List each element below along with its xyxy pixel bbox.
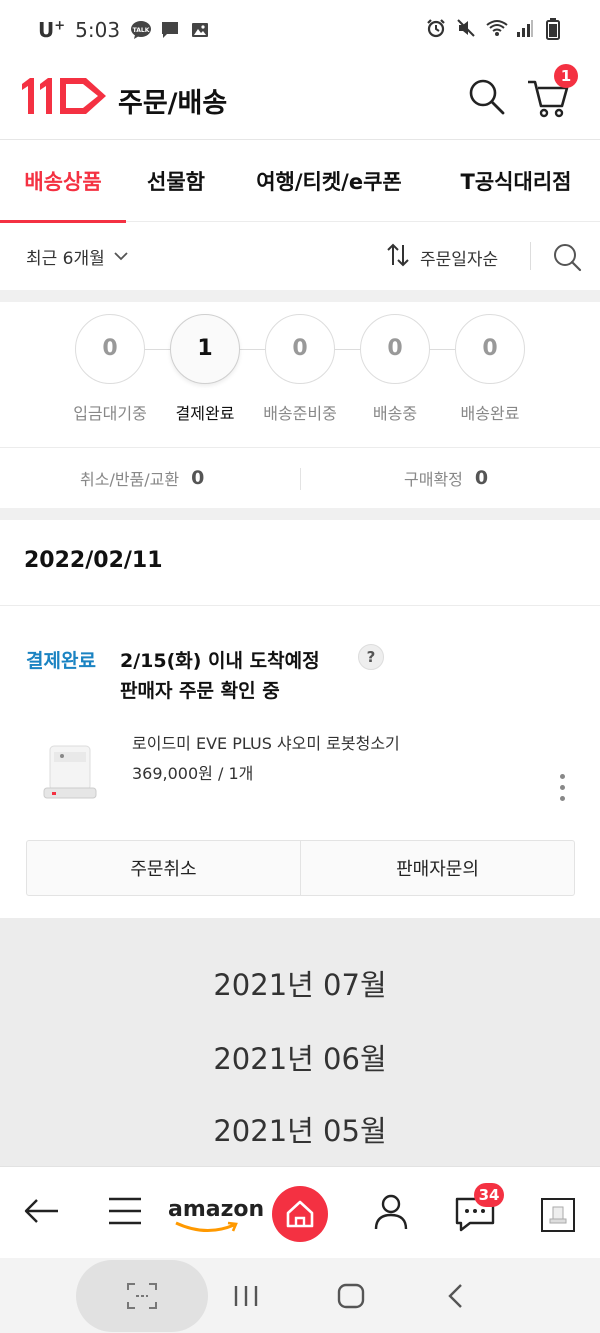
order-action-buttons: 주문취소 판매자문의 — [26, 840, 575, 896]
amazon-logo[interactable]: amazon — [168, 1197, 265, 1232]
carrier-label: U+ — [38, 18, 66, 42]
back-arrow-icon[interactable] — [22, 1191, 62, 1235]
product-name[interactable]: 로이드미 EVE PLUS 샤오미 로봇청소기 — [132, 730, 400, 754]
step-label: 배송완료 — [460, 404, 520, 423]
signal-icon — [516, 18, 536, 38]
recent-product-icon[interactable] — [540, 1197, 576, 1237]
claim-label: 구매확정 — [404, 470, 463, 489]
bottom-nav: amazon 34 — [0, 1166, 600, 1258]
filter-row: 최근 6개월 주문일자순 — [0, 222, 600, 290]
sort-label: 주문일자순 — [420, 250, 499, 270]
product-price: 369,000원 / 1개 — [132, 764, 254, 783]
step-awaiting-deposit[interactable]: 0 입금대기중 — [55, 314, 165, 424]
battery-icon — [546, 18, 566, 40]
home-button[interactable] — [272, 1186, 328, 1242]
order-date: 2022/02/11 — [24, 548, 163, 573]
step-count: 1 — [170, 314, 240, 384]
alarm-icon — [426, 18, 446, 38]
home-icon — [286, 1200, 314, 1228]
status-bar-left: U+ 5:03 TALK — [38, 18, 210, 42]
search-icon[interactable] — [466, 76, 506, 120]
menu-icon[interactable] — [106, 1191, 144, 1235]
month-option[interactable]: 2021년 05월 — [0, 1108, 600, 1150]
order-card: 결제완료 2/15(화) 이내 도착예정 ? 판매자 주문 확인 중 로이드미 … — [0, 606, 600, 918]
divider — [300, 468, 301, 490]
step-payment-complete[interactable]: 1 결제완료 — [150, 314, 260, 424]
month-option[interactable]: 2021년 07월 — [0, 962, 600, 1004]
tab-gift-box[interactable]: 선물함 — [126, 140, 226, 222]
cancel-return-exchange-link[interactable]: 취소/반품/교환 0 — [80, 466, 204, 490]
home-nav-icon[interactable] — [336, 1282, 366, 1314]
step-count: 0 — [455, 314, 525, 384]
divider — [530, 242, 531, 270]
amazon-label: amazon — [168, 1197, 265, 1222]
chevron-down-icon — [113, 247, 129, 267]
wifi-icon — [486, 18, 508, 38]
claim-label: 취소/반품/교환 — [80, 470, 180, 489]
month-option[interactable]: 2021년 06월 — [0, 1036, 600, 1078]
tab-bar: 배송상품 선물함 여행/티켓/e쿠폰 T공식대리점 — [0, 140, 600, 223]
help-icon[interactable]: ? — [358, 644, 384, 670]
step-count: 0 — [265, 314, 335, 384]
step-label: 결제완료 — [175, 404, 235, 423]
seller-confirm-message: 판매자 주문 확인 중 — [120, 680, 280, 702]
scan-pill[interactable] — [76, 1260, 208, 1332]
arrival-estimate: 2/15(화) 이내 도착예정 — [120, 650, 320, 672]
seller-inquiry-button[interactable]: 판매자문의 — [300, 841, 574, 895]
chat-count-badge: 34 — [474, 1183, 504, 1207]
more-vertical-icon[interactable] — [552, 774, 572, 808]
step-label: 배송중 — [372, 404, 418, 423]
my-account-icon[interactable] — [372, 1191, 410, 1235]
order-status-steps: 0 입금대기중 1 결제완료 0 배송준비중 0 배송중 0 배송완료 — [0, 302, 600, 448]
recent-apps-icon[interactable] — [232, 1284, 260, 1312]
sort-dropdown[interactable]: 주문일자순 — [386, 242, 498, 273]
page-title: 주문/배송 — [118, 88, 228, 119]
claim-count: 0 — [474, 467, 489, 489]
step-preparing-shipment[interactable]: 0 배송준비중 — [245, 314, 355, 424]
mute-icon — [456, 18, 476, 38]
period-label: 최근 6개월 — [26, 249, 105, 269]
period-dropdown[interactable]: 최근 6개월 — [26, 244, 129, 269]
section-gap — [0, 290, 600, 302]
message-icon — [160, 20, 180, 40]
claim-count: 0 — [191, 467, 205, 489]
step-label: 입금대기중 — [73, 404, 147, 423]
scan-icon — [127, 1283, 157, 1309]
tab-t-official-store[interactable]: T공식대리점 — [432, 140, 600, 222]
section-gap — [0, 508, 600, 520]
product-thumbnail[interactable] — [40, 736, 100, 806]
step-label: 배송준비중 — [263, 404, 337, 423]
back-nav-icon[interactable] — [444, 1282, 468, 1314]
system-nav-bar — [0, 1258, 600, 1333]
gallery-icon — [190, 20, 210, 40]
clock: 5:03 — [75, 18, 121, 42]
11st-logo[interactable] — [20, 74, 110, 122]
app-header: 주문/배송 — [0, 62, 600, 140]
month-picker: 2021년 07월 2021년 06월 2021년 05월 — [0, 918, 600, 1168]
svg-text:TALK: TALK — [133, 27, 150, 34]
step-count: 0 — [75, 314, 145, 384]
sort-arrows-icon — [386, 242, 410, 273]
tab-delivery-products[interactable]: 배송상품 — [0, 140, 126, 223]
talk-icon: TALK — [130, 20, 152, 40]
order-status-label: 결제완료 — [26, 650, 96, 672]
step-in-transit[interactable]: 0 배송중 — [340, 314, 450, 424]
step-count: 0 — [360, 314, 430, 384]
step-delivered[interactable]: 0 배송완료 — [435, 314, 545, 424]
cart-count-badge: 1 — [554, 64, 578, 88]
cancel-order-button[interactable]: 주문취소 — [27, 841, 300, 895]
purchase-confirmed-link[interactable]: 구매확정 0 — [404, 466, 488, 490]
status-bar-right — [426, 18, 566, 40]
order-search-icon[interactable] — [552, 242, 582, 276]
tab-travel-ticket-ecoupon[interactable]: 여행/티켓/e쿠폰 — [226, 140, 432, 222]
status-bar: U+ 5:03 TALK — [0, 0, 600, 62]
order-date-header: 2022/02/11 — [0, 520, 600, 606]
claims-row: 취소/반품/교환 0 구매확정 0 — [0, 448, 600, 508]
